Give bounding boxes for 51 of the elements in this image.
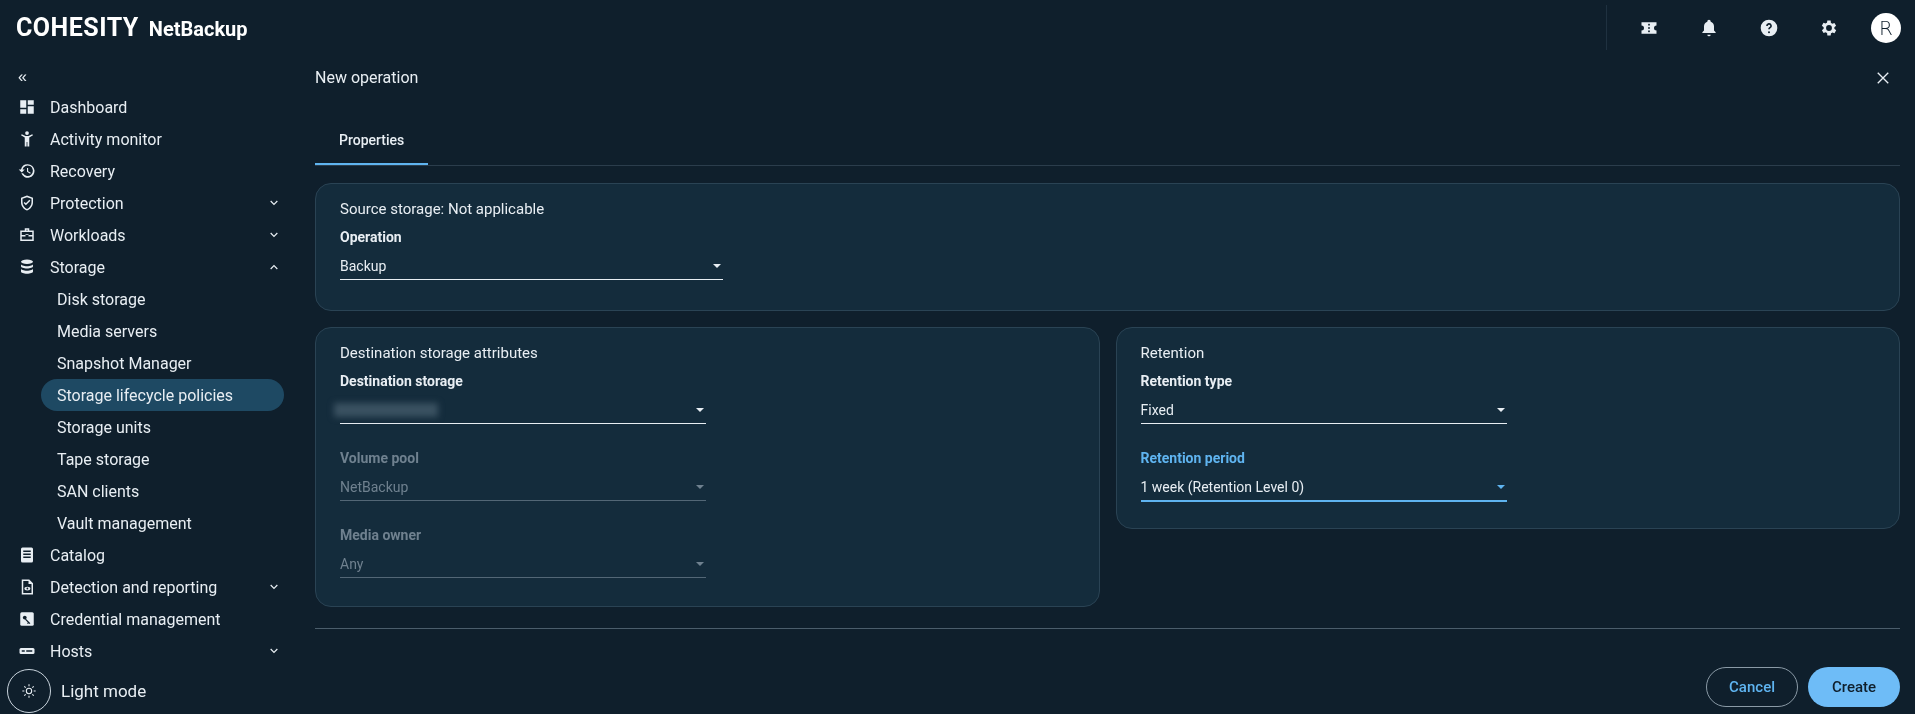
select-field: Any [340,551,706,578]
section-title: Retention [1140,344,1206,362]
dashboard-icon [18,98,36,116]
create-button[interactable]: Create [1808,667,1900,707]
theme-label[interactable]: Light mode [61,681,147,701]
brand-logo: COHESITY [16,13,139,42]
field-label: Volume pool [340,450,420,466]
nav-item[interactable]: Detection and reporting [0,571,300,603]
field-label: Destination storage [340,373,464,389]
nav-item[interactable]: Workloads [0,219,300,251]
person-icon [18,130,36,148]
nav-subitem[interactable]: Media servers [41,315,284,347]
nav-item[interactable]: Dashboard [0,91,300,123]
field-label: Operation [340,229,403,245]
tab[interactable]: Properties [315,118,429,165]
nav-subitem[interactable]: Storage units [41,411,284,443]
user-avatar[interactable]: R [1871,12,1901,43]
nav-item[interactable]: Hosts [0,635,300,667]
history-icon [18,162,36,180]
field-label: Retention type [1140,373,1234,389]
select-field[interactable]: Backup [340,253,723,280]
section-title: Destination storage attributes [340,344,539,362]
nav-item[interactable]: Protection [0,187,300,219]
nav-subitem[interactable]: Storage lifecycle policies [41,379,284,411]
help-icon [1759,17,1779,38]
dialog-title: New operation [315,68,419,87]
nav-item[interactable]: Catalog [0,539,300,571]
nav-item[interactable]: Recovery [0,155,300,187]
nav-item[interactable]: Credential management [0,603,300,635]
product-name: NetBackup [148,17,248,41]
database-icon [18,258,36,276]
field-label: Media owner [340,527,423,543]
select-field[interactable]: 1 week (Retention Level 0) [1140,474,1507,502]
select-field: NetBackup [340,474,706,501]
select-field[interactable]: Fixed [1140,397,1507,424]
nav-item[interactable]: Activity monitor [0,123,300,155]
collapse-button[interactable]: « [0,67,40,87]
nav-subitem[interactable]: Snapshot Manager [41,347,284,379]
briefcase-icon [18,226,36,244]
sun-icon [21,683,37,699]
bell-icon [1699,17,1719,38]
nav-subitem[interactable]: Tape storage [41,443,284,475]
nav-subitem[interactable]: Disk storage [41,283,284,315]
nav-subitem[interactable]: Vault management [41,507,284,539]
section-title: Source storage: Not applicable [340,200,546,218]
nav-item[interactable]: Storage [0,251,300,283]
notebook-icon [18,546,36,564]
nav-subitem[interactable]: SAN clients [41,475,284,507]
shield-icon [18,194,36,212]
field-label: Retention period [1140,450,1246,466]
key-card-icon [18,610,36,628]
